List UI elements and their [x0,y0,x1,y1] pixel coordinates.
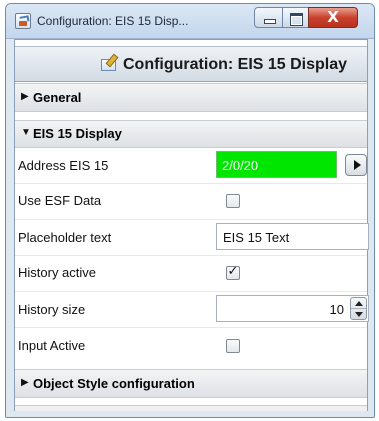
section-general-label: General [33,90,82,105]
use-esf-label: Use ESF Data [18,193,102,208]
section-eis-display-label: EIS 15 Display [33,126,122,141]
placeholder-text-field[interactable]: EIS 15 Text [216,223,369,250]
row-divider [15,183,367,184]
expanded-arrow-icon: ▼ [21,127,31,138]
history-size-value: 10 [329,302,344,317]
maximize-button[interactable] [282,7,309,28]
history-size-spinner[interactable]: 10 [216,295,369,322]
section-object-style[interactable]: ▶ Object Style configuration [15,369,367,398]
panel-header: Configuration: EIS 15 Display [15,46,367,82]
close-button[interactable]: X [308,7,358,28]
spinner-up-icon[interactable] [351,298,366,309]
history-active-checkbox[interactable]: ✓ [226,264,240,280]
collapsed-arrow-icon: ▶ [21,91,29,102]
section-general[interactable]: ▶ General [15,83,367,112]
use-esf-checkbox[interactable] [226,194,240,208]
section-object-style-label: Object Style configuration [33,376,195,391]
address-field[interactable]: 2/0/20 [216,151,337,178]
java-app-icon [15,13,31,29]
checkmark-icon: ✓ [227,264,239,279]
config-window: Configuration: EIS 15 Disp... X Configur… [5,3,375,418]
title-bar[interactable]: Configuration: EIS 15 Disp... X [6,4,374,39]
row-divider [15,327,367,328]
config-panel: Configuration: EIS 15 Display ▶ General … [14,39,369,411]
spinner-down-icon[interactable] [351,309,366,320]
placeholder-label: Placeholder text [18,230,112,245]
section-eis-display[interactable]: ▼ EIS 15 Display [15,120,367,148]
input-active-label: Input Active [18,338,86,353]
window-title: Configuration: EIS 15 Disp... [37,14,189,28]
minimize-button[interactable] [254,7,283,28]
history-size-label: History size [18,302,86,317]
row-divider [15,291,367,292]
row-divider [15,219,367,220]
edit-config-icon [101,59,116,71]
input-active-checkbox[interactable] [226,339,240,353]
close-icon: X [327,8,339,26]
spinner-buttons [350,297,367,320]
collapsed-arrow-icon: ▶ [21,377,29,388]
row-divider [15,255,367,256]
panel-title: Configuration: EIS 15 Display [123,56,348,73]
address-browse-button[interactable] [345,154,367,176]
address-label: Address EIS 15 [18,158,109,173]
history-active-label: History active [18,265,97,280]
panel-footer [15,405,367,411]
